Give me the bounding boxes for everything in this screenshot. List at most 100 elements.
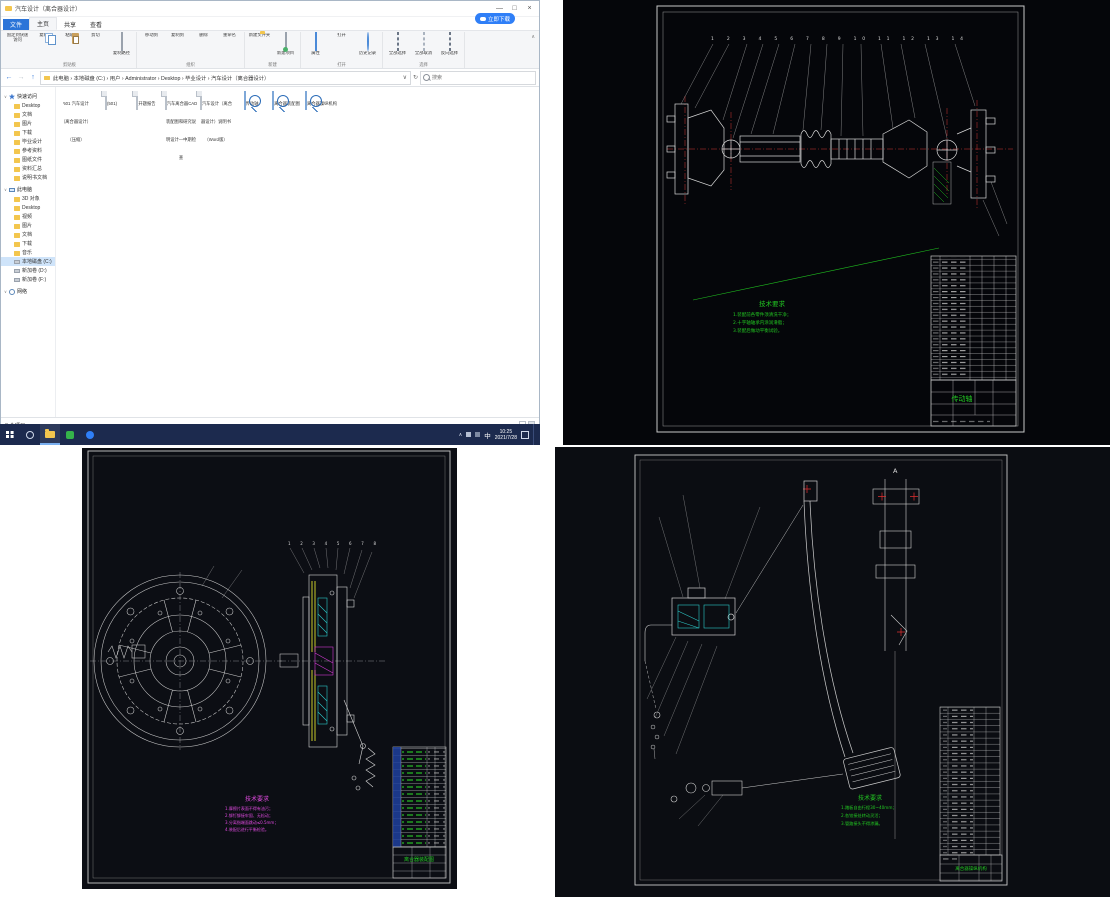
back-button[interactable]: ← [4, 74, 14, 81]
ribbon-tabs: 文件 主页 共享 查看 [1, 17, 539, 31]
ime-indicator[interactable]: 中 [484, 430, 491, 440]
ribbon-button-label: 移动到 [139, 33, 164, 38]
dropdown-icon[interactable]: ∨ [403, 74, 407, 81]
ribbon-button-label: 删除 [191, 33, 216, 38]
tab-home[interactable]: 主页 [29, 17, 57, 30]
nav-tree-item[interactable]: 网络 [1, 287, 55, 296]
download-badge-label: 立即下载 [488, 15, 510, 23]
nav-item-icon [14, 215, 20, 220]
tray-expand-icon[interactable]: ∧ [459, 432, 463, 438]
file-item[interactable]: 传动轴 [234, 92, 268, 110]
ribbon-button[interactable]: 重命名 [217, 33, 242, 38]
nav-tree-item[interactable]: 视频 [1, 212, 55, 221]
nav-item-label: 音乐 [22, 249, 32, 256]
nav-tree-item[interactable]: 文档 [1, 230, 55, 239]
ribbon-button[interactable]: 剪切 [83, 33, 108, 38]
window-title: 汽车设计（离合器设计） [15, 4, 492, 13]
nav-tree-item[interactable]: 说明书文档 [1, 173, 55, 182]
ribbon-button[interactable]: 复制到 [165, 33, 190, 38]
svg-text:3.分离指端面跳动≤0.5mm；: 3.分离指端面跳动≤0.5mm； [225, 819, 278, 825]
cortana-icon [26, 431, 34, 439]
ribbon-button[interactable]: 删除 [191, 33, 216, 38]
nav-tree-item[interactable]: 快速访问 [1, 92, 55, 101]
nav-tree-item[interactable]: 资料汇总 [1, 164, 55, 173]
ribbon-button[interactable]: 反向选择 [437, 33, 462, 56]
file-item[interactable]: 离合器操纵机构 [304, 92, 338, 110]
nav-item-label: 说明书文档 [22, 174, 47, 181]
nav-tree-item[interactable]: Desktop [1, 203, 55, 212]
search-button[interactable] [20, 424, 40, 445]
nav-item-icon [14, 278, 20, 282]
sheet-background [563, 0, 1110, 445]
nav-tree-item[interactable]: 图片 [1, 119, 55, 128]
taskbar-clock[interactable]: 10:25 2021/7/28 [495, 429, 517, 441]
breadcrumb[interactable]: 此电脑 › 本地磁盘 (C:) › 用户 › Administrator › D… [40, 71, 411, 85]
nav-tree-item[interactable]: 毕业设计 [1, 137, 55, 146]
network-icon[interactable] [466, 432, 471, 437]
forward-button[interactable]: → [16, 74, 26, 81]
up-button[interactable]: ↑ [28, 74, 38, 81]
nav-tree-item[interactable]: 本地磁盘 (C:) [1, 257, 55, 266]
taskbar-app-blue[interactable] [80, 424, 100, 445]
nav-tree-item[interactable]: Desktop [1, 101, 55, 110]
drawing-title: 传动轴 [952, 394, 973, 403]
nav-tree-item[interactable]: 下载 [1, 128, 55, 137]
ribbon-button[interactable]: 属性 [303, 33, 328, 56]
nav-tree-item[interactable]: 图片 [1, 221, 55, 230]
refresh-icon[interactable]: ↻ [413, 74, 418, 81]
nav-item-label: Desktop [22, 103, 40, 109]
nav-tree-item[interactable]: 新加卷 (D:) [1, 266, 55, 275]
tab-file[interactable]: 文件 [3, 19, 29, 30]
nav-tree-item[interactable]: 下载 [1, 239, 55, 248]
tab-share[interactable]: 共享 [57, 19, 83, 30]
ribbon-button[interactable]: 全部选择 [385, 33, 410, 56]
tab-view[interactable]: 查看 [83, 19, 109, 30]
file-item[interactable]: 汽车设计（离合器设计）说明书（Word版） [199, 92, 233, 146]
clock-date: 2021/7/28 [495, 435, 517, 441]
nav-tree-item[interactable]: 音乐 [1, 248, 55, 257]
file-item[interactable]: 离合器装配图 [269, 92, 303, 110]
ribbon-button-icon [449, 32, 451, 51]
nav-tree-item[interactable]: 新加卷 (F:) [1, 275, 55, 284]
ribbon-button[interactable]: 固定到快速访问 [5, 33, 30, 43]
svg-text:2.铆钉铆接牢固、无松动；: 2.铆钉铆接牢固、无松动； [225, 812, 273, 818]
nav-tree-item[interactable]: 图纸文件 [1, 155, 55, 164]
ribbon-button[interactable]: 新建项目 [273, 33, 298, 56]
ribbon-button-label: 复制路径 [109, 51, 134, 56]
nav-tree-item[interactable]: 参考资料 [1, 146, 55, 155]
ribbon-button[interactable]: 全部取消 [411, 33, 436, 56]
nav-item-label: 图片 [22, 222, 32, 229]
volume-icon[interactable] [475, 432, 480, 437]
ribbon-button[interactable]: 历史记录 [355, 33, 380, 56]
ribbon-button[interactable]: 移动到 [139, 33, 164, 38]
nav-item-label: 下载 [22, 129, 32, 136]
taskbar-explorer[interactable] [40, 424, 60, 445]
nav-tree-item[interactable]: 此电脑 [1, 185, 55, 194]
collapse-ribbon-icon[interactable]: ∧ [529, 32, 537, 42]
file-item[interactable]: 汽车离合器CAD装配图和研究说明设计—中期检查 [164, 92, 198, 164]
start-button[interactable] [0, 424, 20, 445]
ribbon-button[interactable]: 复制路径 [109, 33, 134, 56]
file-item[interactable]: 501 汽车设计（离合器设计）（压缩） [59, 92, 93, 146]
ribbon-button[interactable]: 粘贴 [57, 33, 82, 38]
search-input[interactable] [430, 74, 533, 82]
show-desktop-strip[interactable] [533, 424, 537, 445]
nav-item-icon [14, 176, 20, 181]
nav-tree-item[interactable]: 文档 [1, 110, 55, 119]
taskbar-app-green[interactable] [60, 424, 80, 445]
nav-item-icon [9, 289, 15, 295]
download-badge[interactable]: 立即下载 [475, 13, 515, 24]
close-button[interactable]: × [522, 2, 537, 16]
ribbon-button[interactable]: 打开 [329, 33, 354, 38]
svg-text:1.踏板自由行程30~40mm；: 1.踏板自由行程30~40mm； [841, 804, 897, 811]
ribbon-button[interactable]: 复制 [31, 33, 56, 38]
ribbon-button[interactable]: 新建文件夹 [247, 33, 272, 38]
file-item[interactable]: (501) [94, 92, 128, 110]
ribbon-group-organize: 移动到 复制到 删除 [137, 32, 245, 68]
notes-title: 技术要求 [245, 795, 269, 803]
file-item[interactable]: 开题报告 [129, 92, 163, 110]
green-app-icon [66, 431, 74, 439]
nav-tree-item[interactable]: 3D 对象 [1, 194, 55, 203]
folder-icon [44, 76, 50, 80]
action-center-icon[interactable] [521, 431, 529, 439]
